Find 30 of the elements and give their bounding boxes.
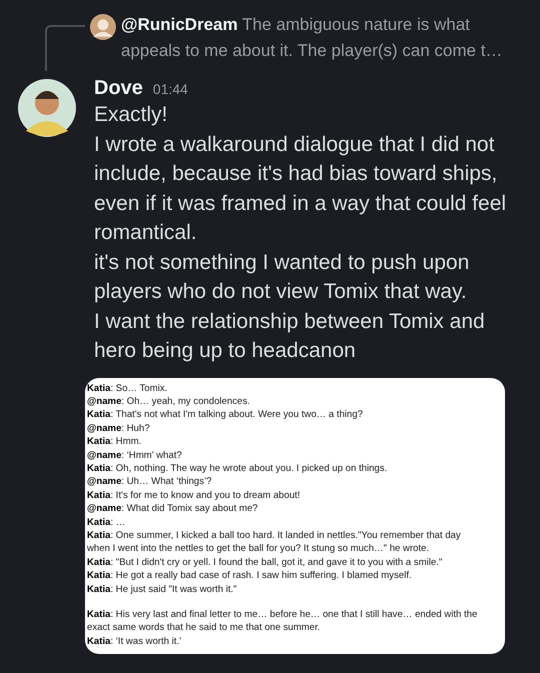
- dialogue-line: Katia: That's not what I'm talking about. Were you two… a thing?: [87, 408, 364, 422]
- dialogue-line: @name: Huh?: [87, 422, 151, 436]
- dialogue-line: Katia: He got a really bad case of rash. I saw him suffering. I blamed myself.: [87, 569, 413, 583]
- dialogue-line: Katia: "But I didn't cry or yell. I found the ball, got it, and gave it to you with a smile.": [87, 556, 444, 570]
- image-attachment[interactable]: [85, 378, 505, 654]
- dialogue-line: Katia: His very last and final letter to me… before he… one that I still have… ended with the: [87, 608, 478, 622]
- dialogue-line: Katia: He just said "It was worth it.": [87, 582, 238, 596]
- dialogue-line: Katia: Oh, nothing. The way he wrote about you. I picked up on things.: [87, 462, 388, 476]
- message-text: Exactly!: [94, 102, 169, 128]
- message-text: I want the relationship between Tomix and hero being up to headcanon: [94, 308, 486, 364]
- dialogue-line: Katia: …: [87, 516, 126, 529]
- dialogue-line: when I went into the nettles to get the ball for you? It stung so much…" he wrote.: [87, 542, 430, 556]
- reply-connector: [45, 25, 85, 71]
- avatar-icon: [90, 14, 116, 40]
- message-text: I wrote a walkaround dialogue that I did not include, because it's had bias toward ships, even if it was framed in a way that could feel romantical.: [94, 132, 508, 246]
- dialogue-line: Katia: ‘It was worth it.’: [87, 634, 182, 648]
- reply-preview: @RunicDream The ambiguous nature is what appeals to me about it. The player(s) can come t…: [121, 14, 504, 62]
- message-text: it's not something I wanted to push upon players who do not view Tomix that way.: [94, 250, 470, 305]
- timestamp: 01:44: [152, 81, 188, 97]
- dialogue-line: Katia: It's for me to know and you to dream about!: [87, 488, 302, 502]
- dialogue-line: @name: Oh… yeah, my condolences.: [87, 394, 251, 408]
- dialogue-line: Katia: Hmm.: [87, 435, 142, 449]
- dialogue-line: @name: What did Tomix say about me?: [87, 502, 259, 516]
- dialogue-line: @name: ‘Hmm’ what?: [87, 448, 183, 462]
- author-name[interactable]: Dove: [94, 77, 143, 100]
- dialogue-line: @name: Uh… What ‘things’?: [87, 475, 213, 489]
- avatar-icon: [18, 79, 76, 137]
- dialogue-line: Katia: So… Tomix.: [87, 382, 168, 395]
- dialogue-line: exact same words that he said to me that one summer.: [87, 621, 322, 635]
- dialogue-line: Katia: One summer, I kicked a ball too hard. It landed in nettles."You remember that day: [87, 528, 462, 542]
